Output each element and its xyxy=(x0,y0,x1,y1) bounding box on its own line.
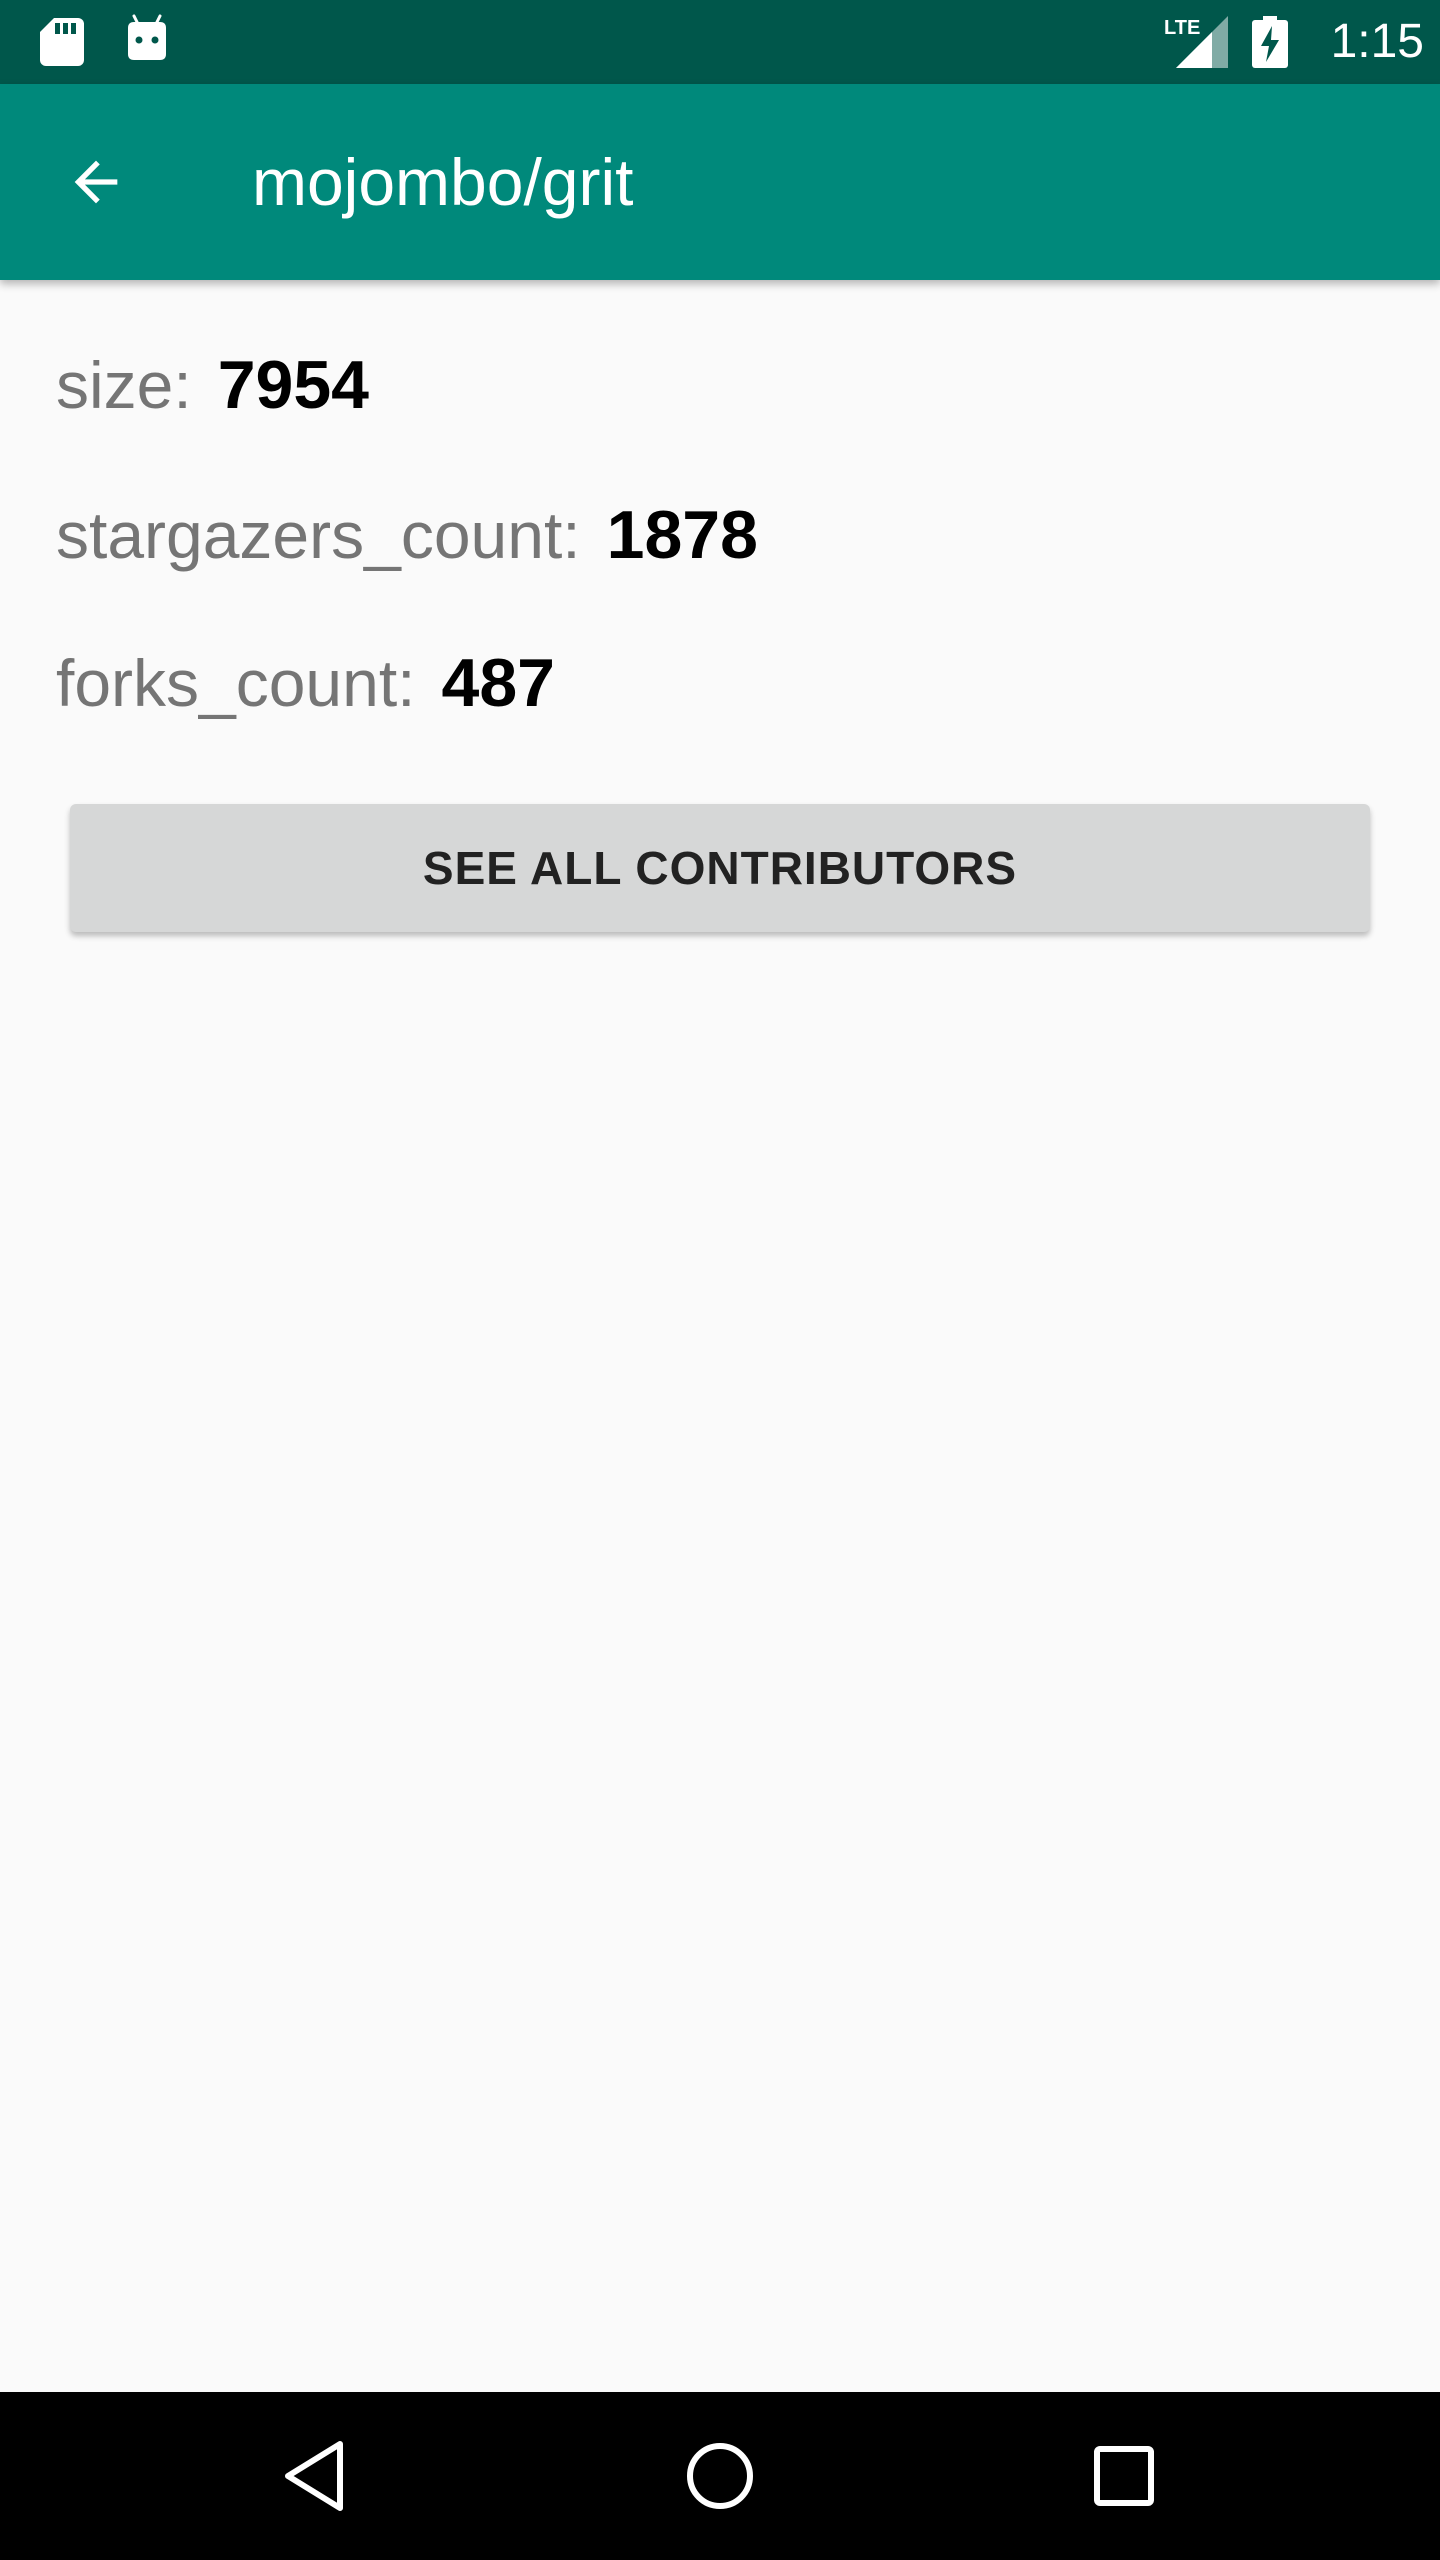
back-button[interactable] xyxy=(48,134,144,230)
sd-card-icon xyxy=(40,18,84,66)
stargazers-label: stargazers_count: xyxy=(56,498,581,572)
repo-details: size: 7954 stargazers_count: 1878 forks_co… xyxy=(0,280,1440,2392)
status-bar: LTE 1:15 xyxy=(0,0,1440,84)
forks-value: 487 xyxy=(441,645,555,721)
forks-label: forks_count: xyxy=(56,646,416,720)
stargazers-value: 1878 xyxy=(606,497,758,573)
arrow-back-icon xyxy=(74,160,118,204)
see-all-contributors-button[interactable]: SEE ALL CONTRIBUTORS xyxy=(70,804,1370,932)
android-icon xyxy=(128,14,166,60)
svg-text:LTE: LTE xyxy=(1164,17,1200,39)
size-value: 7954 xyxy=(217,347,369,423)
nav-recents-icon[interactable] xyxy=(1088,2440,1160,2512)
app-bar: mojombo/grit xyxy=(0,84,1440,280)
stargazers-row: stargazers_count: 1878 xyxy=(56,490,758,580)
status-clock: 1:15 xyxy=(1330,15,1424,68)
navigation-bar xyxy=(0,2392,1440,2560)
page-title: mojombo/grit xyxy=(252,145,634,219)
lte-signal-icon: LTE xyxy=(1164,16,1228,68)
forks-row: forks_count: 487 xyxy=(56,638,555,728)
nav-back-icon[interactable] xyxy=(276,2438,356,2514)
battery-charging-icon xyxy=(1252,16,1288,68)
size-label: size: xyxy=(56,348,192,422)
size-row: size: 7954 xyxy=(56,340,369,430)
nav-home-icon[interactable] xyxy=(680,2436,760,2516)
